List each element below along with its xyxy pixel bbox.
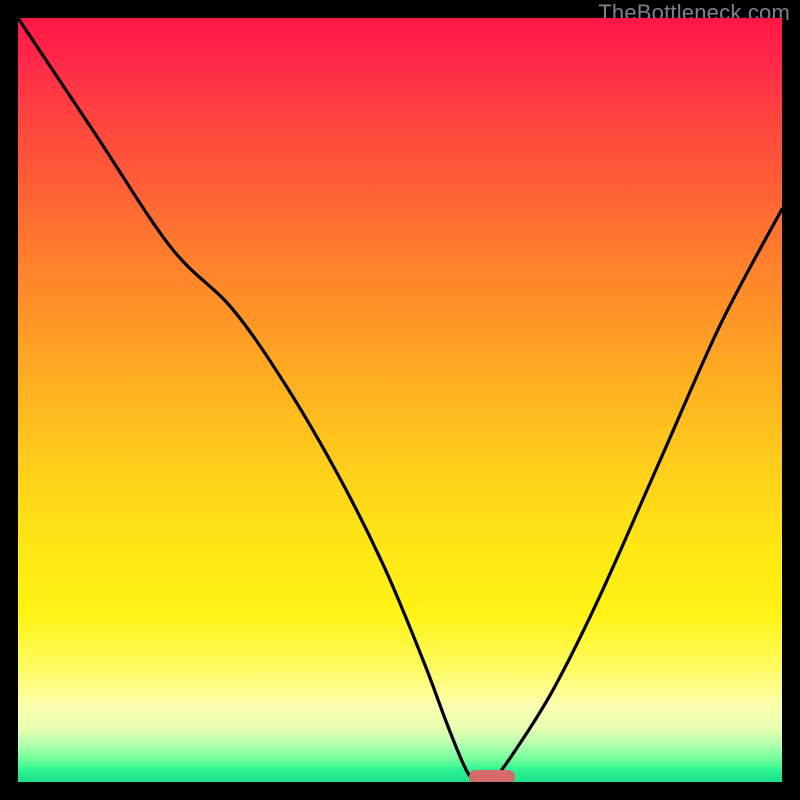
bottleneck-chart: TheBottleneck.com <box>0 0 800 800</box>
curve-layer <box>18 18 782 782</box>
plot-area <box>18 18 782 782</box>
optimal-range-marker <box>469 770 515 782</box>
bottleneck-curve-path <box>18 18 782 782</box>
